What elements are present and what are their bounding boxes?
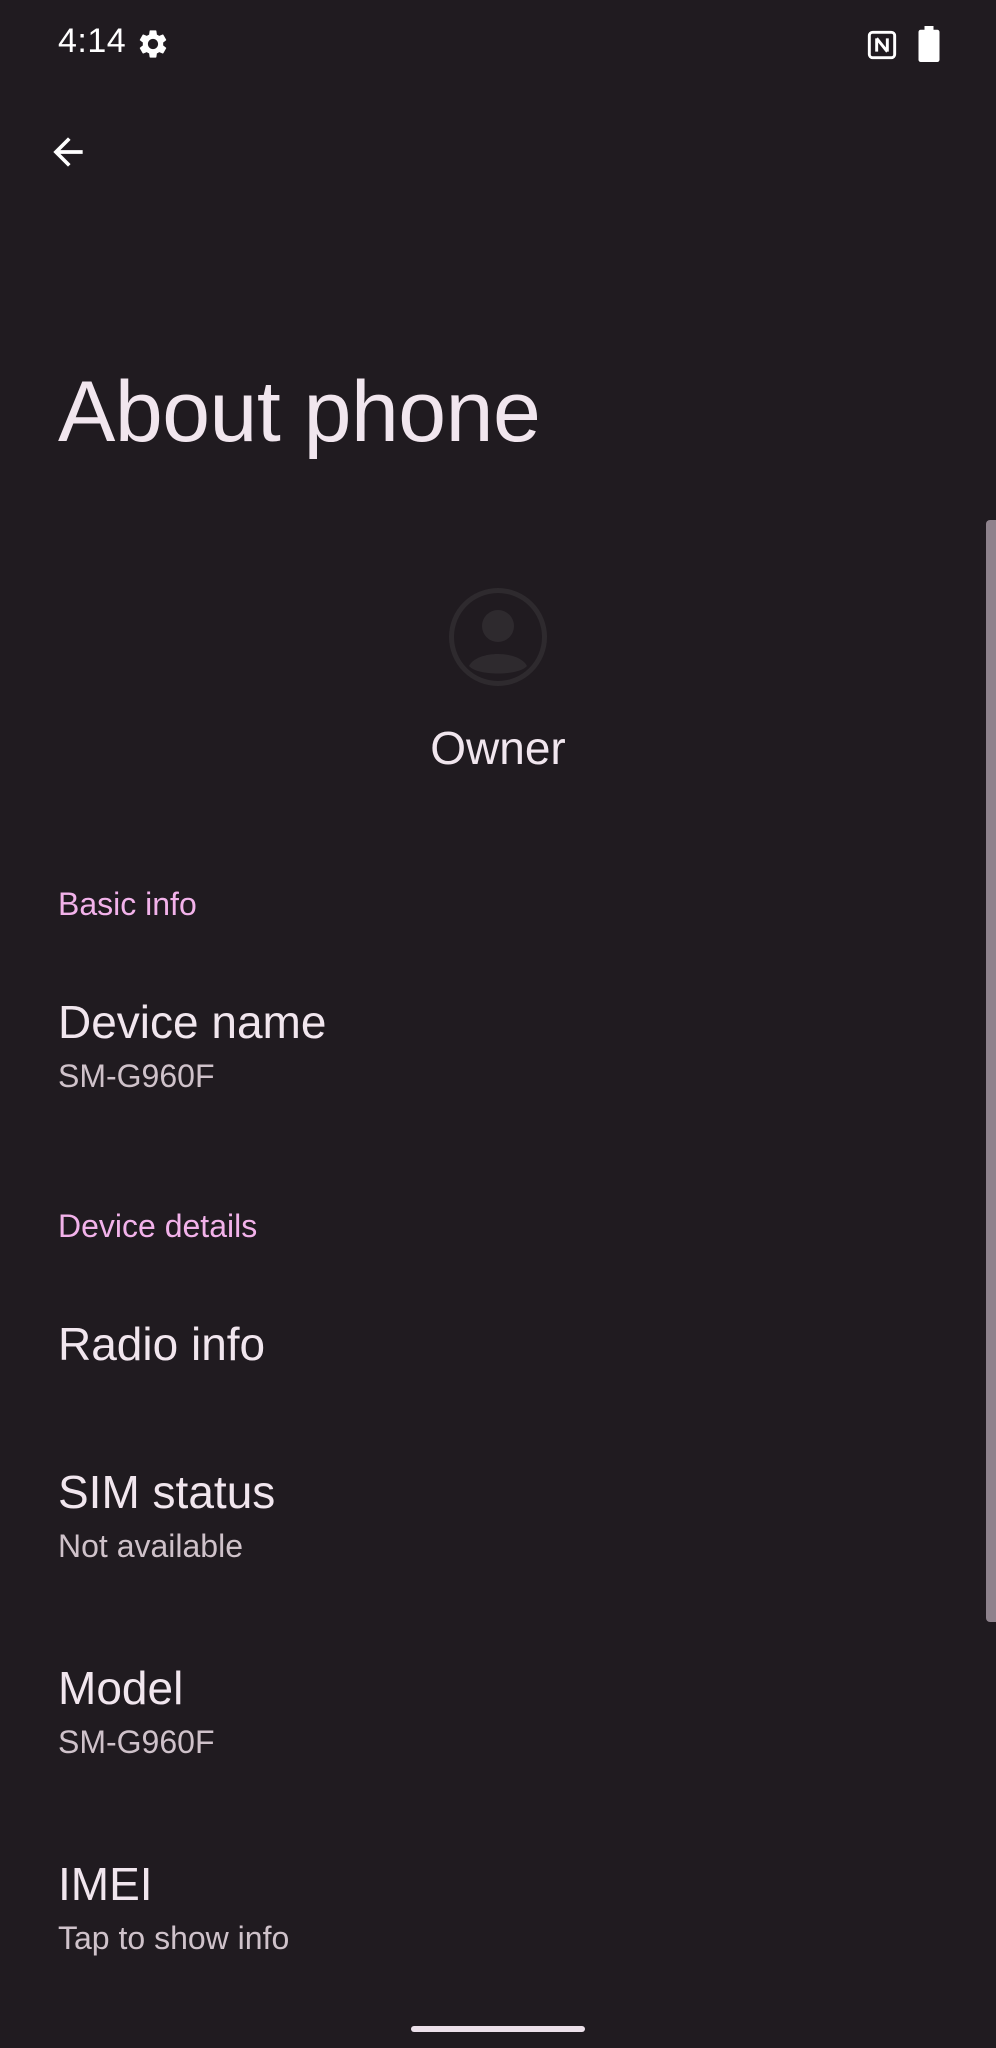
owner-name[interactable]: Owner: [0, 720, 996, 776]
arrow-back-icon: [53, 137, 83, 167]
device-name-item[interactable]: Device name SM-G960F: [0, 994, 980, 1104]
imei-item[interactable]: IMEI Tap to show info: [0, 1856, 980, 1966]
item-summary: SM-G960F: [58, 1058, 215, 1094]
gesture-navigation-bar[interactable]: [411, 2026, 585, 2032]
section-header-device-details: Device details: [58, 1208, 258, 1244]
page-title: About phone: [58, 364, 541, 460]
back-button[interactable]: [36, 120, 100, 184]
item-title: Model: [58, 1662, 184, 1714]
about-phone-screen: 4:14 About phone Owner Basic info Device…: [0, 0, 996, 2048]
item-title: IMEI: [58, 1858, 153, 1910]
item-title: Device name: [58, 996, 327, 1048]
sim-status-item[interactable]: SIM status Not available: [0, 1464, 980, 1574]
item-title: SIM status: [58, 1466, 276, 1518]
status-bar: 4:14: [0, 0, 996, 90]
scrollbar[interactable]: [986, 520, 996, 1622]
section-header-basic-info: Basic info: [58, 886, 197, 922]
model-item[interactable]: Model SM-G960F: [0, 1660, 980, 1770]
battery-icon: [918, 26, 940, 62]
item-title: Radio info: [58, 1318, 266, 1370]
radio-info-item[interactable]: Radio info: [0, 1316, 980, 1380]
item-summary: Tap to show info: [58, 1920, 290, 1956]
gear-icon: [139, 30, 167, 58]
account-circle-icon[interactable]: [449, 588, 547, 686]
item-summary: Not available: [58, 1528, 243, 1564]
item-summary: SM-G960F: [58, 1724, 215, 1760]
nfc-icon: [867, 30, 897, 60]
status-time: 4:14: [58, 22, 127, 60]
